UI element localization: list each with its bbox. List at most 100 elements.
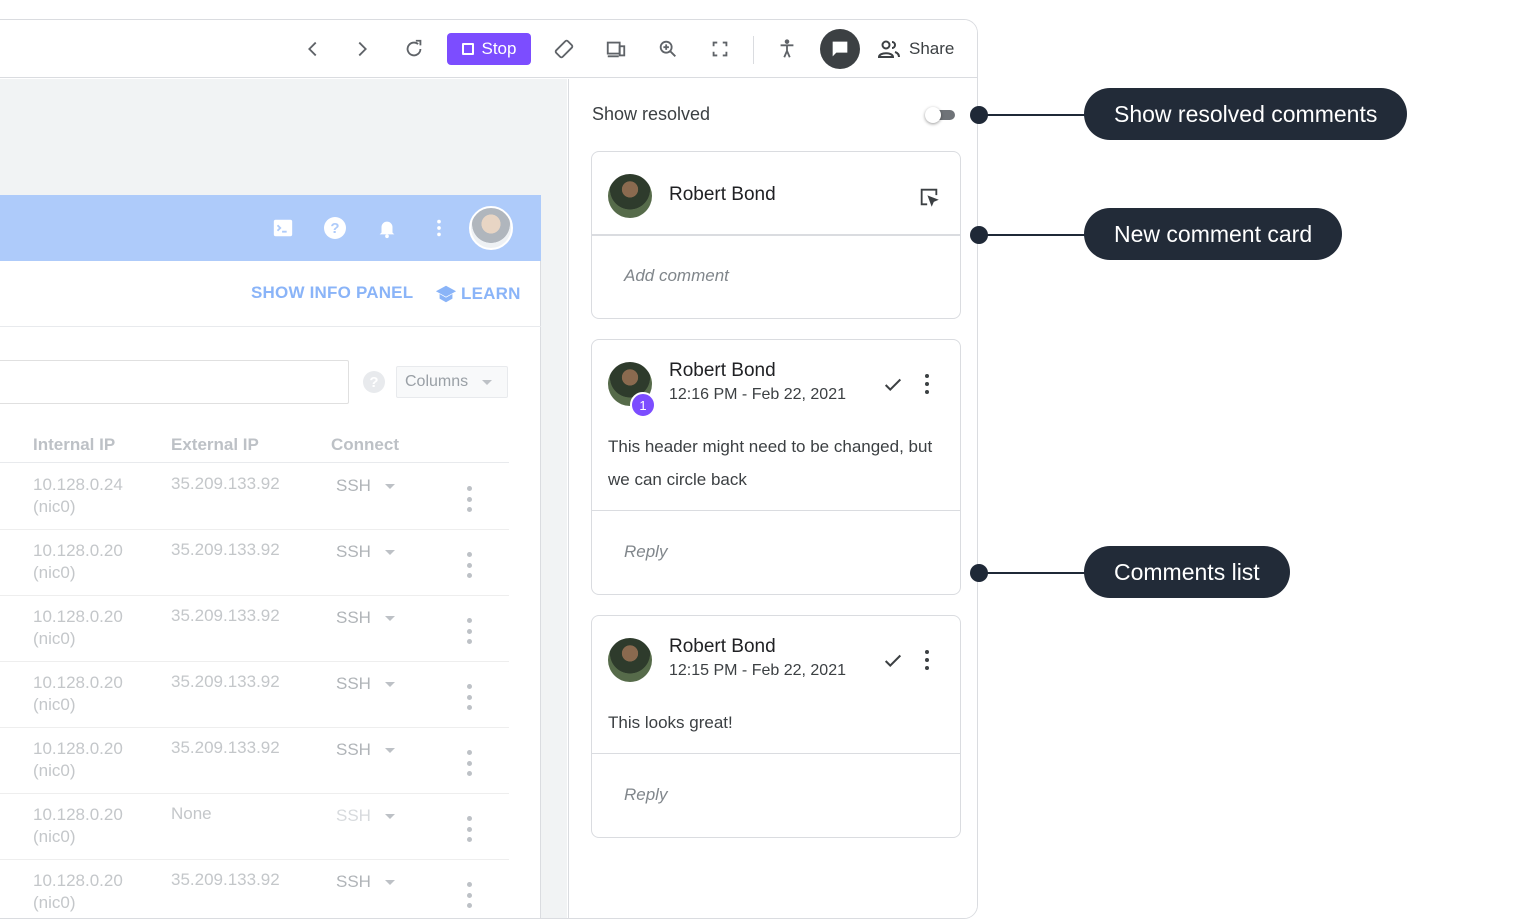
avatar [608, 638, 652, 682]
learn-link[interactable]: LEARN [435, 283, 521, 305]
ssh-dropdown[interactable]: SSH [336, 674, 395, 694]
dropdown-caret-icon [384, 813, 395, 819]
comment-card: Robert Bond 12:15 PM - Feb 22, 2021 This… [591, 615, 961, 838]
cloud-shell-icon[interactable] [270, 215, 296, 241]
comment-icon [832, 41, 848, 57]
share-button[interactable]: Share [877, 36, 954, 62]
ssh-label: SSH [336, 542, 371, 561]
nic-label: (nic0) [33, 563, 76, 582]
ssh-dropdown[interactable]: SSH [336, 806, 395, 826]
select-element-icon[interactable] [918, 186, 940, 208]
fullscreen-icon[interactable] [704, 33, 736, 65]
ssh-label: SSH [336, 740, 371, 759]
resolve-check-icon[interactable] [882, 374, 904, 396]
ssh-dropdown[interactable]: SSH [336, 542, 395, 562]
resolve-check-icon[interactable] [882, 650, 904, 672]
toolbar-divider [753, 36, 754, 64]
columns-dropdown[interactable]: Columns [396, 366, 508, 398]
comment-author: Robert Bond [669, 360, 776, 381]
help-icon[interactable]: ? [322, 215, 348, 241]
reply-input[interactable]: Reply [592, 753, 960, 837]
row-more-icon[interactable] [465, 816, 473, 842]
dropdown-caret-icon [384, 549, 395, 555]
nic-label: (nic0) [33, 761, 76, 780]
ssh-label: SSH [336, 806, 371, 825]
internal-ip-value: 10.128.0.20 [33, 739, 123, 758]
add-comment-input[interactable]: Add comment [592, 234, 960, 318]
accessibility-icon[interactable] [771, 33, 803, 65]
table-row: 10.128.0.20 (nic0) None SSH [0, 794, 509, 860]
comments-panel: Show resolved Robert Bond Add comment 1 … [568, 79, 977, 918]
devices-icon[interactable] [600, 33, 632, 65]
action-bar: SHOW INFO PANEL LEARN [0, 261, 541, 327]
internal-ip-value: 10.128.0.20 [33, 871, 123, 890]
row-more-icon[interactable] [465, 618, 473, 644]
account-avatar[interactable] [469, 206, 513, 250]
callout-label: Comments list [1084, 546, 1290, 598]
row-more-icon[interactable] [465, 882, 473, 908]
nic-label: (nic0) [33, 893, 76, 912]
internal-ip-value: 10.128.0.20 [33, 673, 123, 692]
col-external-ip: External IP [171, 435, 259, 454]
show-resolved-label: Show resolved [592, 104, 711, 124]
comments-toggle-button[interactable] [820, 29, 860, 69]
comment-more-icon[interactable] [922, 374, 932, 394]
people-icon [877, 40, 900, 58]
show-info-panel-link[interactable]: SHOW INFO PANEL [251, 283, 413, 303]
ssh-dropdown[interactable]: SSH [336, 872, 395, 892]
internal-ip-value: 10.128.0.24 [33, 475, 123, 494]
table-row: 10.128.0.20 (nic0) 35.209.133.92 SSH [0, 596, 509, 662]
stop-button[interactable]: Stop [447, 33, 531, 65]
row-more-icon[interactable] [465, 486, 473, 512]
table-header: Internal IP External IP Connect [0, 427, 509, 463]
back-icon[interactable] [297, 33, 329, 65]
external-ip: 35.209.133.92 [171, 474, 280, 493]
ssh-label: SSH [336, 872, 371, 891]
columns-label: Columns [405, 373, 469, 390]
external-ip: 35.209.133.92 [171, 672, 280, 691]
ssh-label: SSH [336, 476, 371, 495]
dropdown-caret-icon [384, 879, 395, 885]
ssh-label: SSH [336, 608, 371, 627]
filter-input[interactable] [0, 360, 349, 404]
reload-icon[interactable] [398, 33, 430, 65]
row-more-icon[interactable] [465, 750, 473, 776]
comment-timestamp: 12:16 PM - Feb 22, 2021 [669, 386, 846, 403]
row-more-icon[interactable] [465, 552, 473, 578]
stop-square-icon [461, 43, 474, 55]
callout-label: Show resolved comments [1084, 88, 1408, 140]
ssh-label: SSH [336, 674, 371, 693]
ssh-dropdown[interactable]: SSH [336, 608, 395, 628]
table-row: 10.128.0.20 (nic0) 35.209.133.92 SSH [0, 728, 509, 794]
dropdown-caret-icon [482, 379, 493, 385]
notifications-icon[interactable] [374, 215, 400, 241]
svg-text:?: ? [330, 220, 339, 237]
row-more-icon[interactable] [465, 684, 473, 710]
show-resolved-toggle[interactable] [925, 107, 957, 123]
internal-ip: 10.128.0.20 (nic0) [33, 672, 123, 716]
comment-author: Robert Bond [669, 636, 776, 657]
comment-more-icon[interactable] [922, 650, 932, 670]
reply-input[interactable]: Reply [592, 510, 960, 594]
col-connect: Connect [331, 435, 399, 454]
internal-ip-value: 10.128.0.20 [33, 805, 123, 824]
internal-ip-value: 10.128.0.20 [33, 607, 123, 626]
zoom-in-icon[interactable] [652, 33, 684, 65]
forward-icon[interactable] [346, 33, 378, 65]
internal-ip: 10.128.0.20 (nic0) [33, 804, 123, 848]
rotate-device-icon[interactable] [548, 33, 580, 65]
internal-ip: 10.128.0.20 (nic0) [33, 606, 123, 650]
filter-help-icon[interactable]: ? [363, 371, 385, 393]
learn-label: LEARN [461, 284, 521, 303]
table-row: 10.128.0.24 (nic0) 35.209.133.92 SSH [0, 464, 509, 530]
table-row: 10.128.0.20 (nic0) 35.209.133.92 SSH [0, 662, 509, 728]
ssh-dropdown[interactable]: SSH [336, 740, 395, 760]
external-ip: None [171, 804, 212, 823]
internal-ip: 10.128.0.20 (nic0) [33, 738, 123, 782]
school-icon [435, 285, 457, 303]
comment-timestamp: 12:15 PM - Feb 22, 2021 [669, 662, 846, 679]
col-internal-ip: Internal IP [33, 435, 116, 454]
ssh-dropdown[interactable]: SSH [336, 476, 395, 496]
external-ip: 35.209.133.92 [171, 606, 280, 625]
more-vert-icon[interactable] [426, 215, 452, 241]
